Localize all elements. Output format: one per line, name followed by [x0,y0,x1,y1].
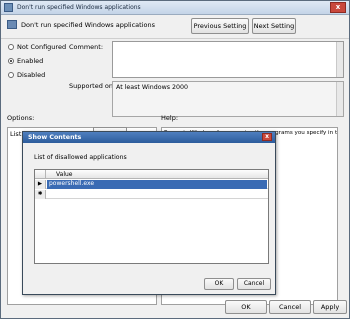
policy-icon [4,3,13,12]
applications-grid[interactable]: Value ▶ powershell.exe ✱ [34,169,269,264]
title-bar[interactable]: Don't run specified Windows applications… [1,1,349,15]
value-cell[interactable]: powershell.exe [47,180,267,189]
supported-label: Supported on: [69,82,116,90]
supported-scrollbar[interactable] [336,82,343,116]
value-cell[interactable] [47,190,49,199]
dialog-ok-button[interactable]: OK [204,278,234,290]
options-label: Options: [7,114,35,122]
radio-not-configured-dot[interactable] [8,44,14,50]
next-setting-button[interactable]: Next Setting [252,18,296,34]
supported-value: At least Windows 2000 [116,84,189,91]
comment-scrollbar[interactable] [336,42,343,77]
dialog-title-bar[interactable]: Show Contents x [23,132,275,143]
radio-not-configured[interactable]: Not Configured [8,43,66,51]
comment-field[interactable] [112,41,344,78]
radio-not-configured-label: Not Configured [17,43,67,51]
value-column-header[interactable]: Value [56,171,72,178]
ok-button[interactable]: OK [225,300,267,314]
radio-disabled-label: Disabled [17,71,46,79]
supported-field: At least Windows 2000 [112,81,344,117]
table-row[interactable]: ✱ [35,190,268,199]
dialog-cancel-button[interactable]: Cancel [237,278,271,290]
policy-heading: Don't run specified Windows applications [21,21,155,29]
dialog-title: Show Contents [28,134,82,141]
radio-disabled-dot[interactable] [8,72,14,78]
close-icon[interactable]: x [330,2,346,13]
divider [1,38,349,39]
grid-header-corner [35,170,46,179]
new-row-asterisk-icon: ✱ [35,190,46,199]
radio-disabled[interactable]: Disabled [8,71,45,79]
grid-header: Value [35,170,268,179]
apply-button[interactable]: Apply [313,300,347,314]
radio-enabled-label: Enabled [17,57,44,65]
radio-enabled-dot[interactable] [8,58,14,64]
previous-setting-button[interactable]: Previous Setting [191,18,249,34]
radio-enabled[interactable]: Enabled [8,57,43,65]
cancel-button[interactable]: Cancel [269,300,311,314]
setting-icon [7,20,17,29]
current-row-arrow-icon: ▶ [35,180,46,189]
dialog-close-icon[interactable]: x [262,133,272,141]
comment-label: Comment: [69,43,104,51]
window-title: Don't run specified Windows applications [17,4,141,11]
dialog-subtitle: List of disallowed applications [34,154,127,161]
help-label: Help: [161,114,179,122]
table-row[interactable]: ▶ powershell.exe [35,180,268,189]
show-contents-dialog: Show Contents x List of disallowed appli… [22,131,276,295]
